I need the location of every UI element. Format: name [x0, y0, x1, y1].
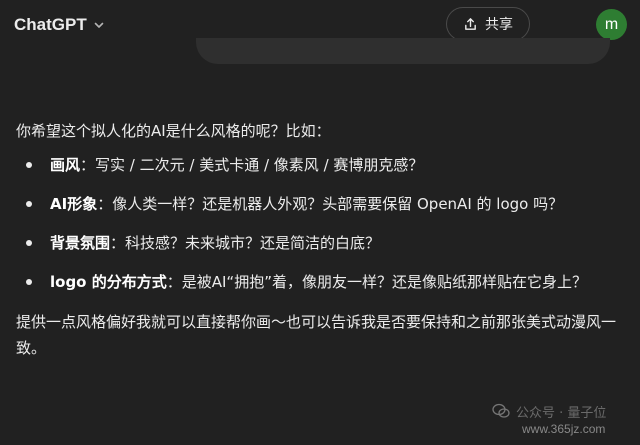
watermark-url: www.365jz.com [522, 422, 606, 436]
item-title: 画风 [50, 156, 81, 174]
watermark-text: 公众号 · 量子位 [516, 406, 607, 421]
item-separator: ： [97, 195, 113, 213]
item-text: 像人类一样？还是机器人外观？头部需要保留 OpenAI 的 logo 吗？ [112, 195, 564, 213]
share-label: 共享 [485, 17, 513, 33]
item-separator: ： [80, 156, 96, 174]
message-outro: 提供一点风格偏好我就可以直接帮你画～也可以告诉我是否要保持和之前那张美式动漫风一… [16, 313, 617, 357]
bullet-icon [26, 240, 32, 246]
item-text: 写实 / 二次元 / 美式卡通 / 像素风 / 赛博朋克感？ [95, 156, 424, 174]
model-selector[interactable]: ChatGPT [14, 10, 105, 40]
item-title: logo 的分布方式 [50, 273, 167, 291]
wechat-icon [492, 403, 510, 418]
avatar[interactable]: m [596, 9, 627, 40]
share-button[interactable]: 共享 [446, 7, 530, 41]
item-text: 是被AI“拥抱”着，像朋友一样？还是像贴纸那样贴在它身上？ [181, 273, 587, 291]
message-intro: 你希望这个拟人化的AI是什么风格的呢？比如： [16, 122, 331, 140]
model-name: ChatGPT [14, 15, 87, 34]
list-item: 画风：写实 / 二次元 / 美式卡通 / 像素风 / 赛博朋克感？ [16, 152, 626, 178]
item-separator: ： [166, 273, 182, 291]
bullet-icon [26, 279, 32, 285]
list-item: logo 的分布方式：是被AI“拥抱”着，像朋友一样？还是像贴纸那样贴在它身上？ [16, 269, 626, 295]
item-separator: ： [110, 234, 126, 252]
watermark: 公众号 · 量子位 www.365jz.com [488, 402, 638, 442]
chevron-down-icon [94, 22, 104, 28]
bullet-icon [26, 201, 32, 207]
item-text: 科技感？未来城市？还是简洁的白底？ [125, 234, 381, 252]
assistant-message: 你希望这个拟人化的AI是什么风格的呢？比如： 画风：写实 / 二次元 / 美式卡… [16, 118, 626, 361]
item-title: 背景氛围 [50, 234, 111, 252]
item-title: AI形象 [50, 195, 98, 213]
style-options-list: 画风：写实 / 二次元 / 美式卡通 / 像素风 / 赛博朋克感？ AI形象：像… [16, 152, 626, 295]
list-item: AI形象：像人类一样？还是机器人外观？头部需要保留 OpenAI 的 logo … [16, 191, 626, 217]
share-icon [465, 17, 476, 30]
bullet-icon [26, 162, 32, 168]
list-item: 背景氛围：科技感？未来城市？还是简洁的白底？ [16, 230, 626, 256]
user-message-bubble [196, 38, 610, 64]
